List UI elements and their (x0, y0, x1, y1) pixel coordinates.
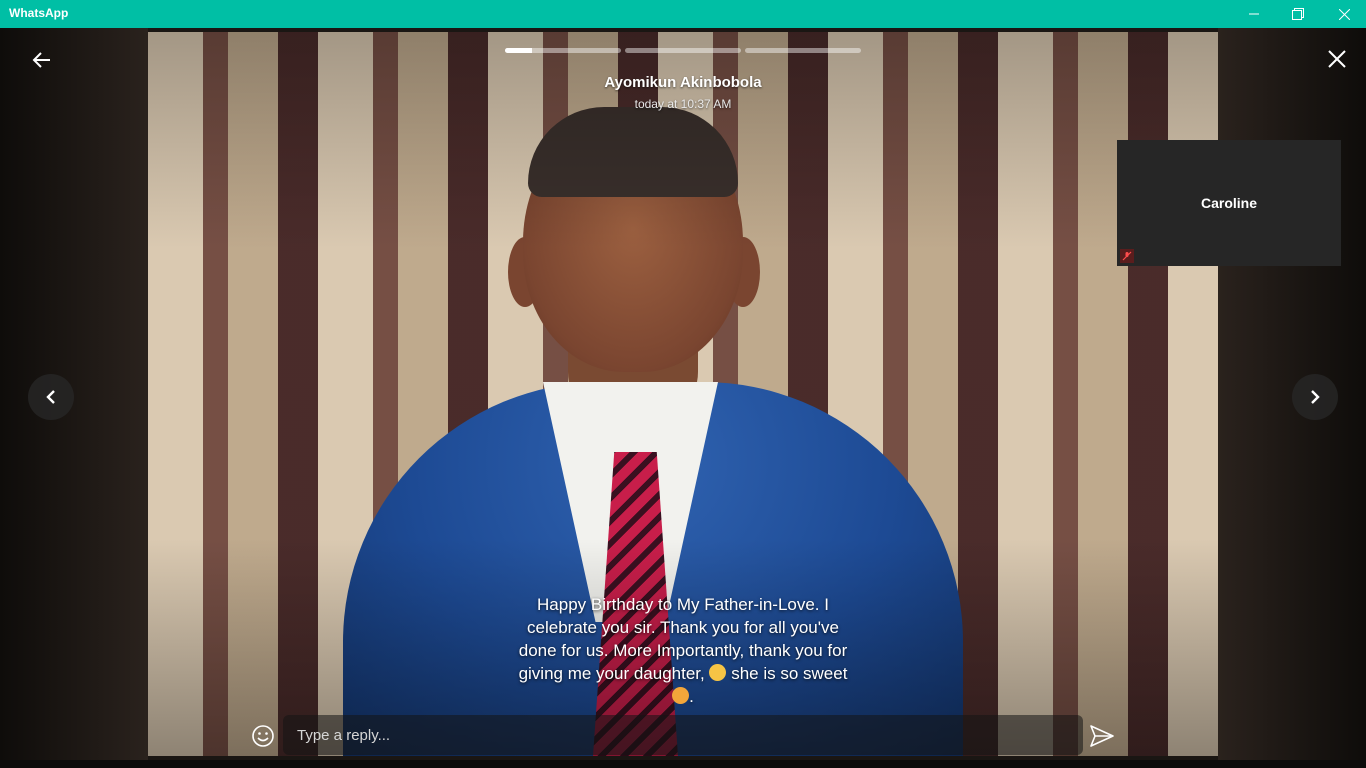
progress-segment (505, 48, 621, 53)
status-time: today at 10:37 AM (634, 97, 732, 111)
grinning-emoji-icon (709, 664, 727, 681)
arrow-left-icon (32, 52, 50, 68)
progress-segment (625, 48, 741, 53)
send-icon (1090, 725, 1114, 747)
app-title: WhatsApp (9, 6, 69, 20)
close-viewer-button[interactable] (1324, 46, 1350, 72)
previous-status-button[interactable] (28, 374, 74, 420)
close-icon (1338, 8, 1350, 20)
chevron-left-icon (46, 390, 55, 404)
send-button[interactable] (1088, 722, 1116, 750)
status-viewer: Ayomikun Akinbobola today at 10:37 AM Ca… (0, 28, 1366, 768)
smiley-icon (252, 725, 274, 747)
title-bar: WhatsApp (0, 0, 1366, 28)
close-icon (1328, 50, 1346, 68)
status-progress (505, 48, 861, 53)
restore-button[interactable] (1276, 0, 1320, 28)
restore-icon (1292, 8, 1304, 20)
backdrop-left (0, 28, 148, 768)
minimize-icon (1249, 13, 1259, 15)
status-caption: Happy Birthday to My Father-in-Love. I c… (518, 595, 848, 706)
chevron-right-icon (1311, 390, 1320, 404)
window-close-button[interactable] (1322, 0, 1366, 28)
back-button[interactable] (28, 46, 56, 74)
emoji-button[interactable] (250, 723, 276, 749)
call-tile[interactable]: Caroline (1117, 140, 1341, 266)
next-status-button[interactable] (1292, 374, 1338, 420)
sender-name: Ayomikun Akinbobola (604, 74, 762, 91)
heart-eyes-emoji-icon (672, 687, 690, 704)
call-participant-name: Caroline (1200, 195, 1257, 211)
reply-input[interactable] (283, 715, 1083, 755)
mic-off-icon (1120, 249, 1134, 263)
progress-segment (745, 48, 861, 53)
bottom-edge (0, 760, 1366, 768)
minimize-button[interactable] (1232, 0, 1276, 28)
